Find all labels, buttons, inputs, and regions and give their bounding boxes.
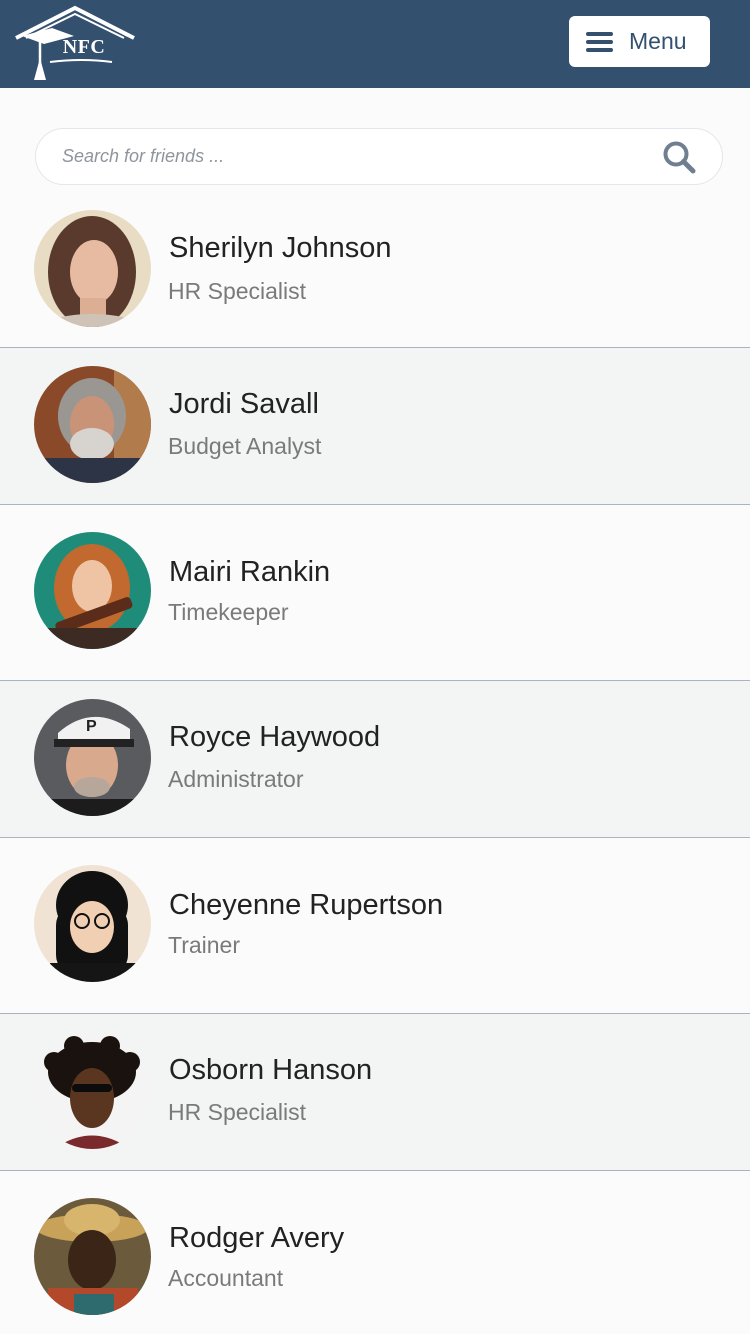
friend-name: Rodger Avery: [169, 1222, 345, 1254]
friend-name: Cheyenne Rupertson: [169, 889, 444, 921]
friend-title: Timekeeper: [168, 599, 289, 625]
friend-name: Osborn Hanson: [169, 1054, 373, 1086]
nfc-logo[interactable]: NFC: [12, 4, 138, 84]
friend-title: HR Specialist: [168, 1099, 307, 1125]
menu-button[interactable]: Menu: [569, 16, 710, 67]
friends-list: Sherilyn Johnson HR Specialist Jordi Sav…: [0, 190, 750, 1334]
avatar: [34, 1032, 151, 1149]
list-item[interactable]: Sherilyn Johnson HR Specialist: [0, 190, 750, 348]
avatar: P: [34, 699, 151, 816]
search-icon[interactable]: [661, 139, 697, 175]
list-item[interactable]: P Royce Haywood Administrator: [0, 681, 750, 838]
list-item[interactable]: Rodger Avery Accountant: [0, 1171, 750, 1334]
friend-title: Administrator: [168, 766, 304, 792]
avatar: [34, 532, 151, 649]
menu-label: Menu: [629, 28, 687, 54]
friend-title: HR Specialist: [168, 278, 307, 304]
list-item[interactable]: Mairi Rankin Timekeeper: [0, 505, 750, 681]
list-item[interactable]: Osborn Hanson HR Specialist: [0, 1014, 750, 1171]
friend-title: Trainer: [168, 932, 240, 958]
friend-name: Jordi Savall: [169, 388, 319, 420]
friend-title: Accountant: [168, 1265, 284, 1291]
list-item[interactable]: Jordi Savall Budget Analyst: [0, 348, 750, 505]
hamburger-icon: [586, 32, 613, 52]
avatar: [34, 366, 151, 483]
friend-title: Budget Analyst: [168, 433, 322, 459]
friend-name: Sherilyn Johnson: [169, 232, 392, 264]
avatar: [34, 865, 151, 982]
search-input[interactable]: [62, 129, 652, 184]
app-header: NFC Menu: [0, 0, 750, 88]
search-bar: [35, 128, 723, 185]
logo-text: NFC: [62, 36, 106, 58]
svg-text:P: P: [86, 718, 97, 735]
list-item[interactable]: Cheyenne Rupertson Trainer: [0, 838, 750, 1014]
friend-name: Royce Haywood: [169, 721, 381, 753]
friend-name: Mairi Rankin: [169, 556, 331, 588]
avatar: [34, 210, 151, 327]
avatar: [34, 1198, 151, 1315]
